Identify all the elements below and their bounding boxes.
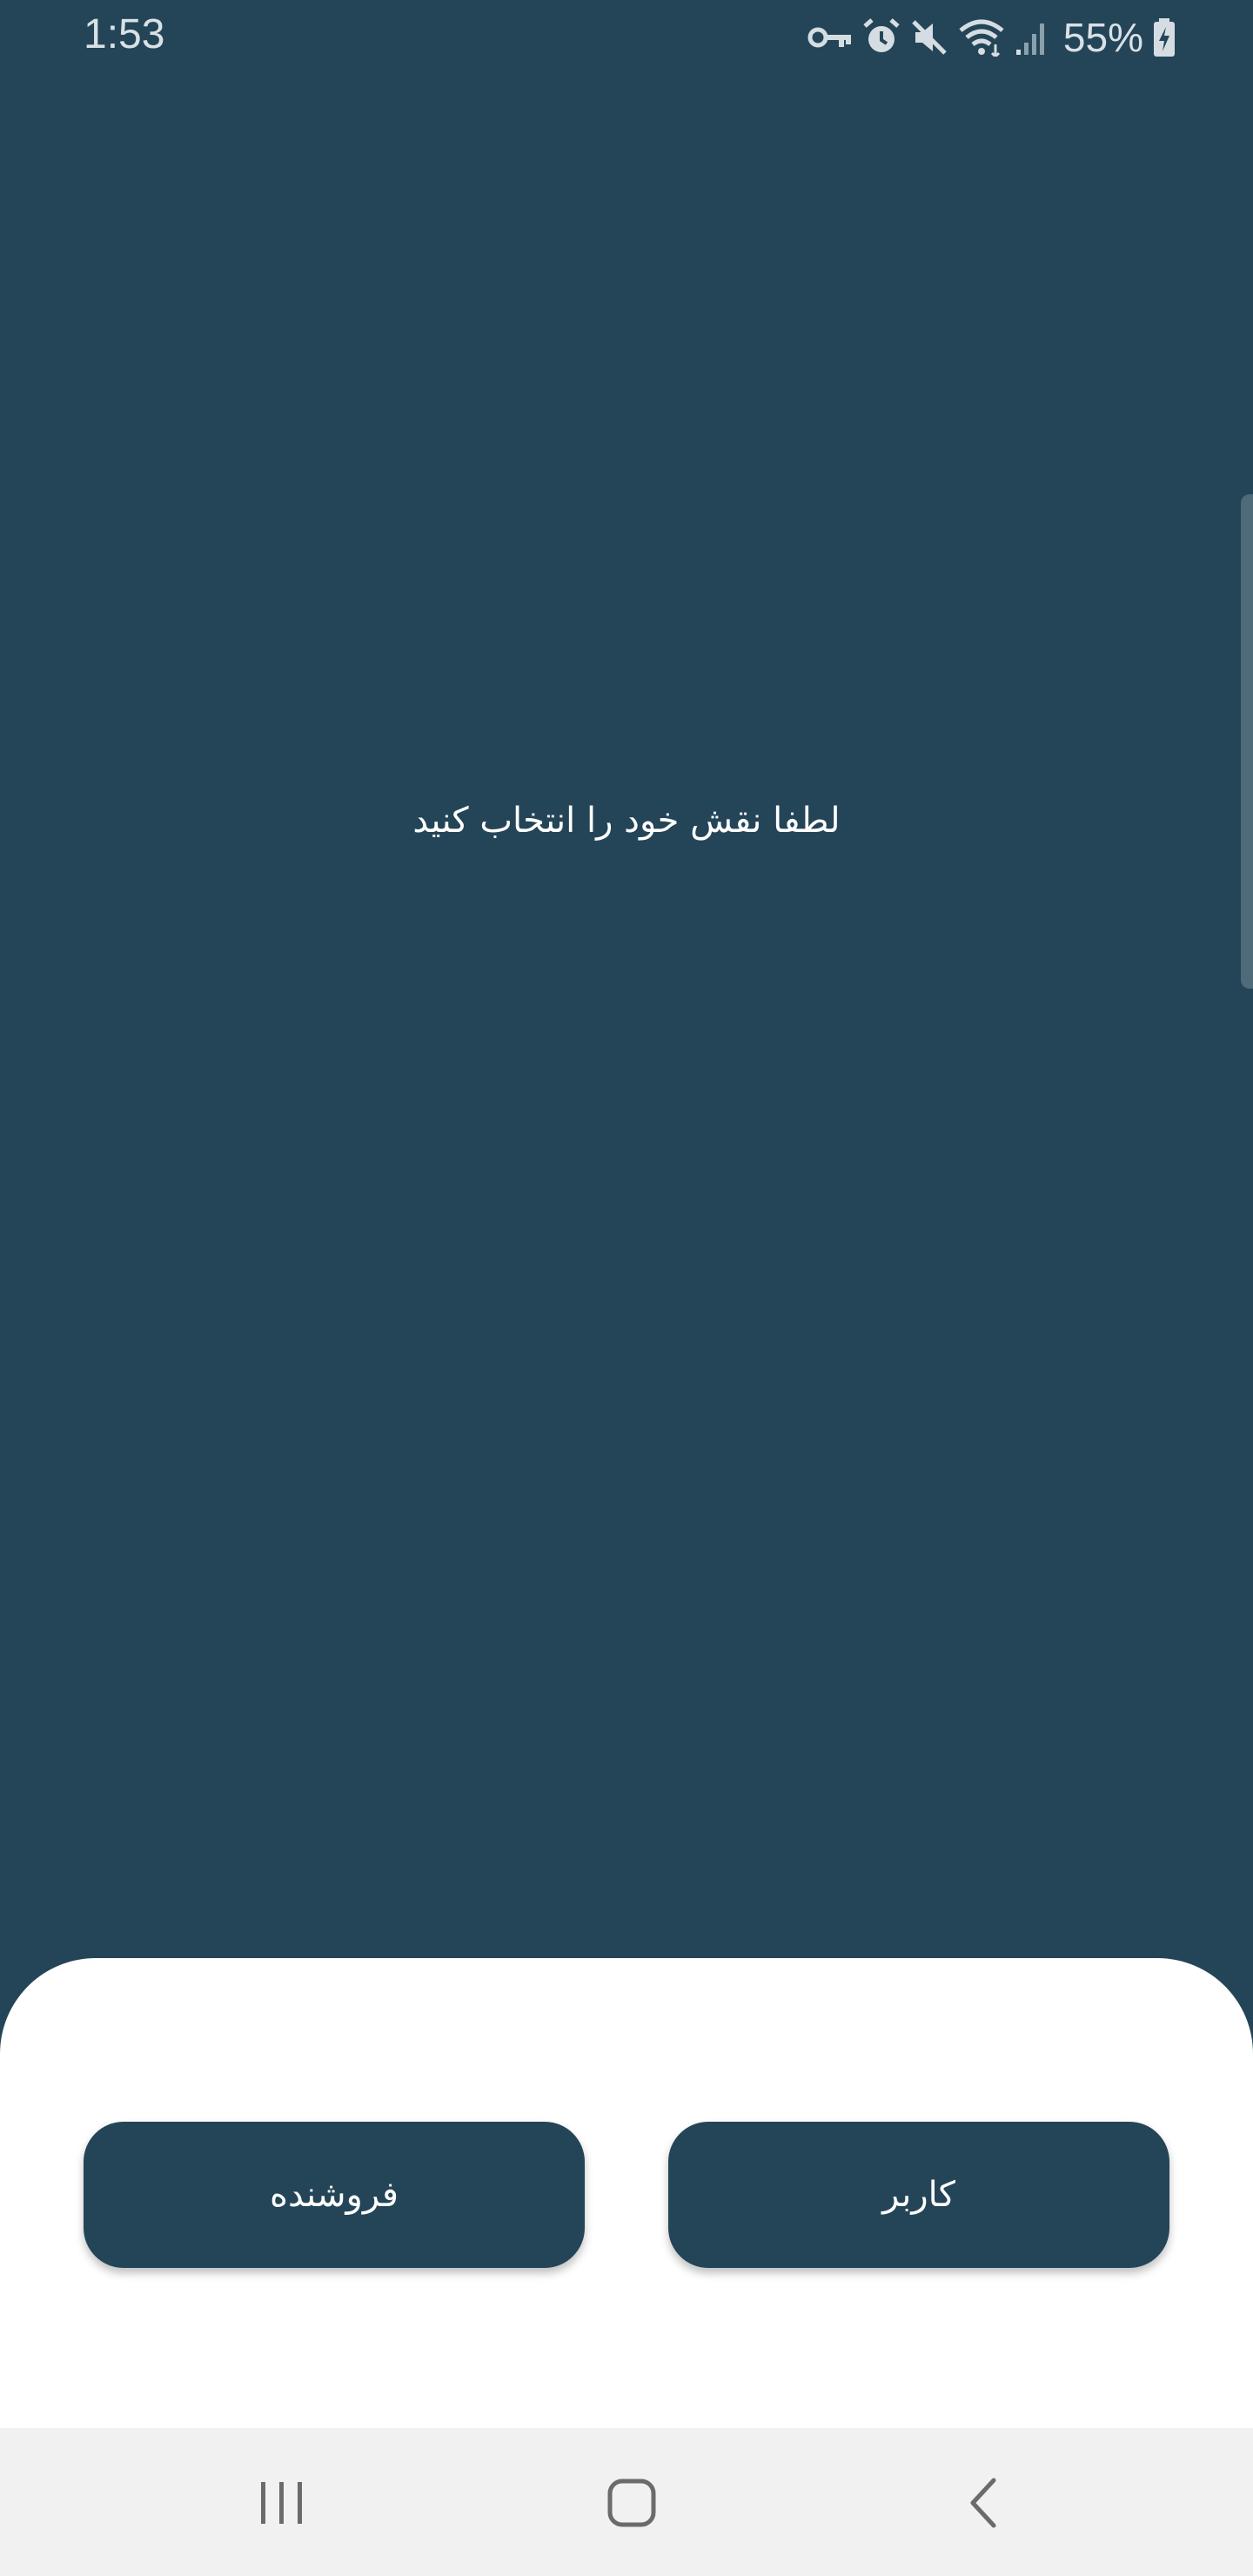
battery-percentage: 55% [1062, 15, 1143, 60]
home-button[interactable] [580, 2463, 684, 2546]
status-time: 1:53 [84, 11, 165, 57]
recent-apps-button[interactable] [230, 2463, 334, 2546]
vpn-key-icon [807, 22, 853, 53]
role-prompt: لطفا نقش خود را انتخاب کنید [412, 801, 841, 841]
alarm-icon [861, 17, 901, 57]
home-icon [606, 2477, 658, 2532]
mute-icon [910, 18, 948, 57]
recent-apps-icon [256, 2479, 308, 2531]
role-selection-sheet: فروشنده کاربر [0, 1958, 1253, 2428]
wifi-icon [957, 18, 1006, 57]
status-icons: 55% [807, 9, 1176, 66]
status-bar: 1:53 55% [0, 0, 1253, 75]
edge-panel-handle[interactable] [1241, 494, 1253, 989]
seller-button[interactable]: فروشنده [84, 2122, 585, 2268]
back-icon [966, 2477, 1001, 2532]
signal-icon [1015, 18, 1049, 57]
back-button[interactable] [931, 2463, 1035, 2546]
battery-charging-icon [1152, 17, 1176, 58]
user-button[interactable]: کاربر [668, 2122, 1169, 2268]
navigation-bar [0, 2428, 1253, 2576]
